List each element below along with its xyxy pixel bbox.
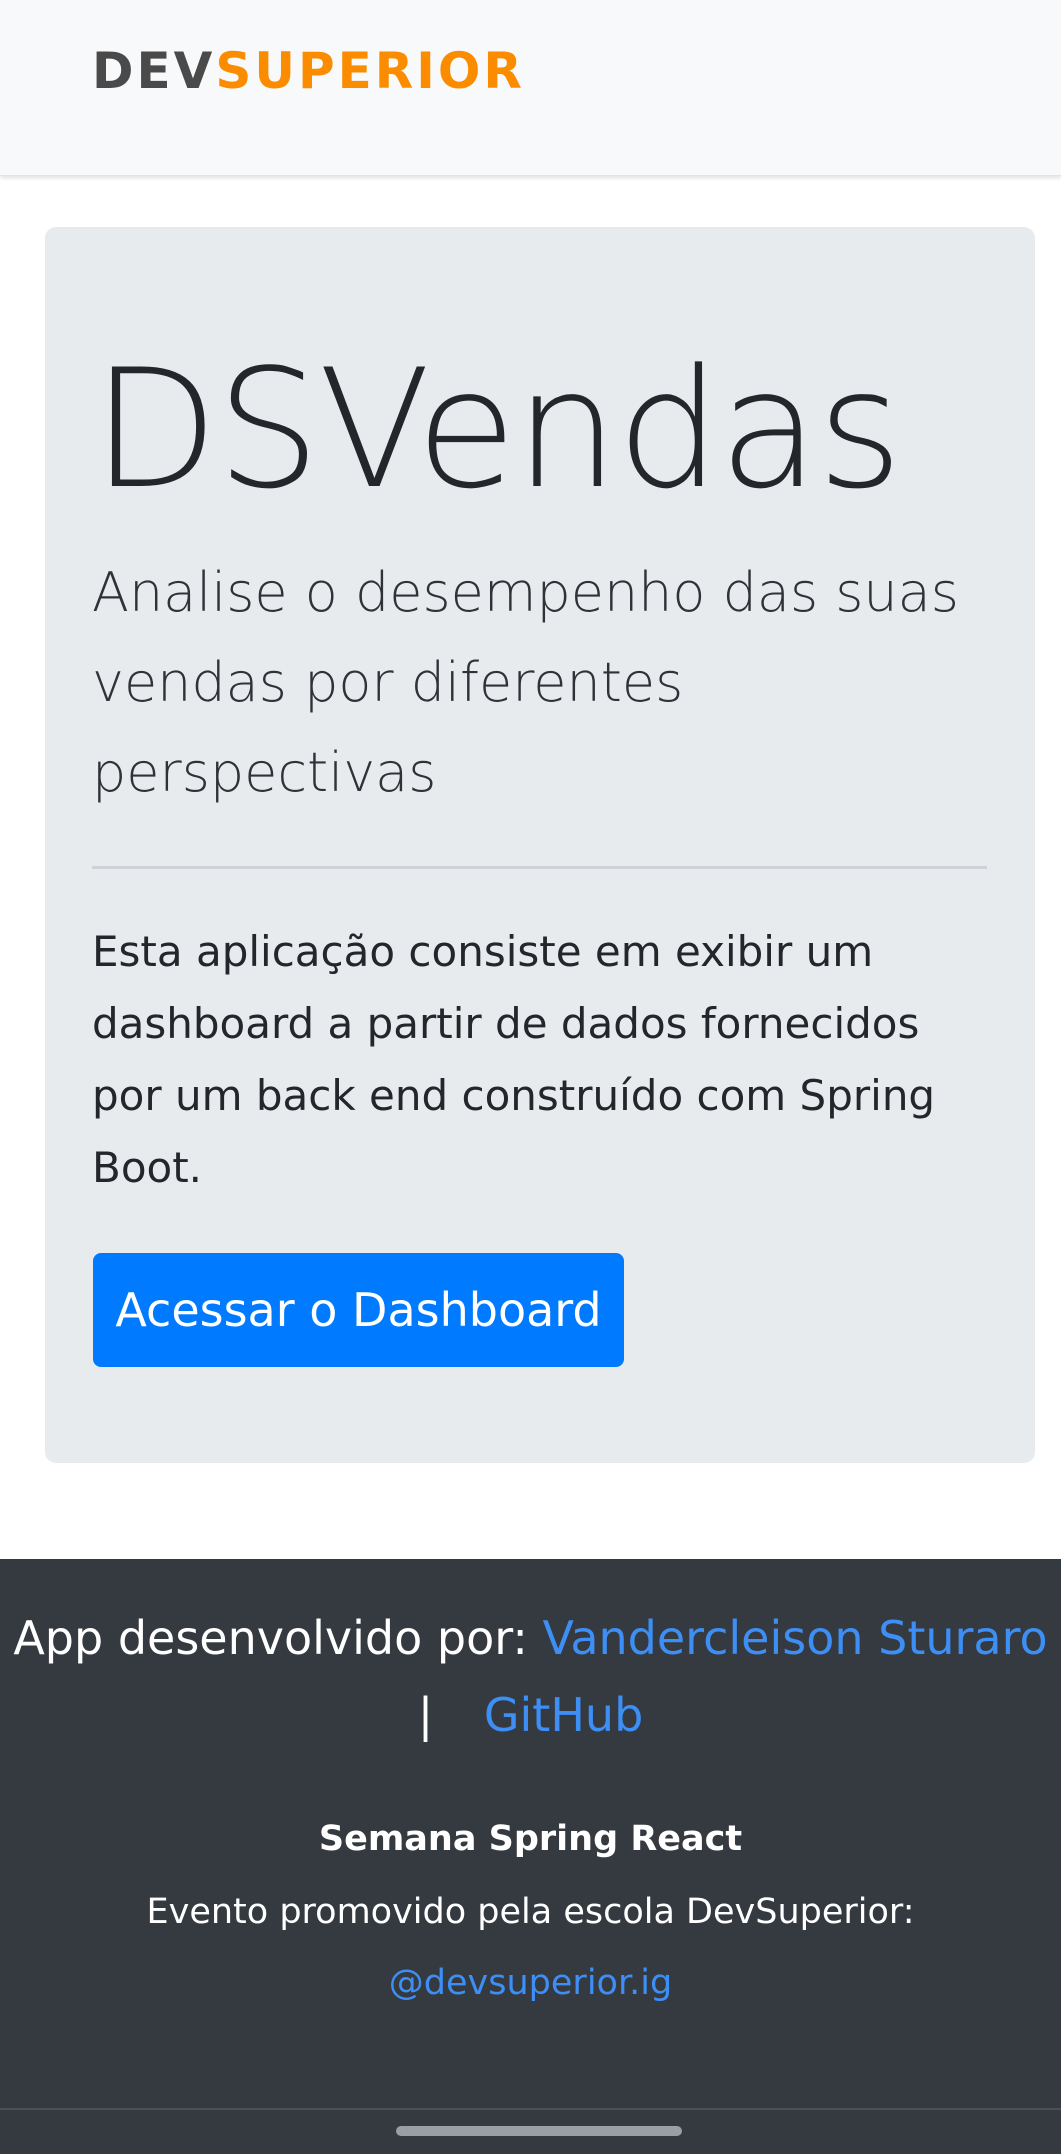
- home-indicator[interactable]: [396, 2126, 682, 2136]
- devsuperior-logo[interactable]: DEVSUPERIOR: [92, 45, 525, 97]
- system-nav-divider: [0, 2108, 1061, 2110]
- page-title: DSVendas: [92, 334, 903, 525]
- separator: |: [417, 1688, 434, 1742]
- instagram-line: @devsuperior.ig: [0, 1961, 1061, 2005]
- logo-superior-text: SUPERIOR: [215, 42, 525, 100]
- navbar: DEVSUPERIOR: [0, 0, 1061, 176]
- lead-text: Analise o desempenho das suas vendas por…: [92, 561, 959, 804]
- logo-dev-text: DEV: [92, 42, 216, 100]
- github-link[interactable]: GitHub: [484, 1688, 643, 1742]
- dashboard-button[interactable]: Acessar o Dashboard: [93, 1253, 624, 1367]
- event-description: Evento promovido pela escola DevSuperior…: [146, 1892, 915, 1932]
- description-text: Esta aplicação consiste em exibir um das…: [92, 927, 936, 1192]
- author-link[interactable]: Vandercleison Sturaro: [542, 1611, 1047, 1665]
- credit-prefix: App desenvolvido por:: [13, 1611, 528, 1665]
- credit-line: App desenvolvido por: Vandercleison Stur…: [0, 1612, 1061, 1664]
- divider: [92, 866, 987, 869]
- event-title: Semana Spring React: [318, 1819, 743, 1859]
- credit-line-2: | GitHub: [0, 1689, 1061, 1741]
- instagram-link[interactable]: @devsuperior.ig: [389, 1963, 672, 2003]
